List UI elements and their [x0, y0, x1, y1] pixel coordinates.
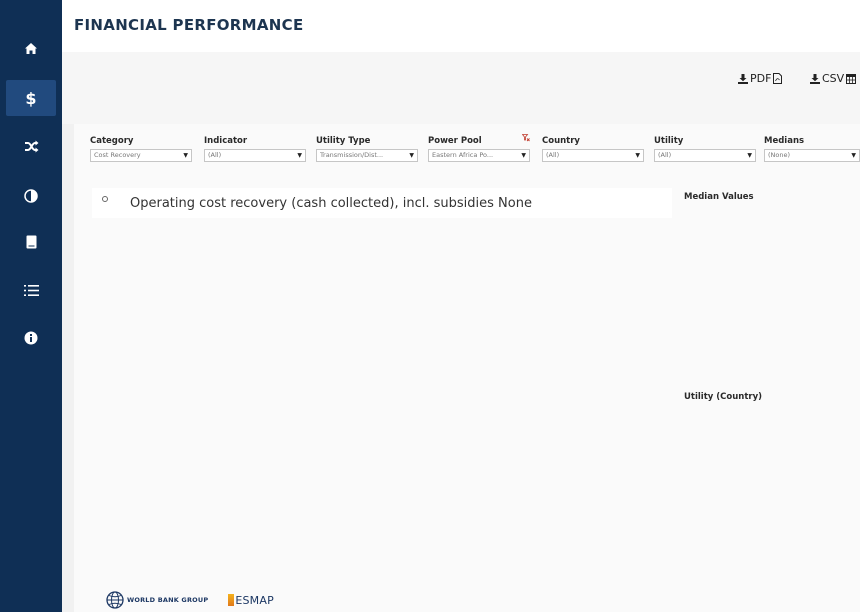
contrast-icon [24, 189, 38, 203]
dollar-icon: $ [25, 88, 37, 108]
select-value: (None) [768, 151, 791, 159]
category-select[interactable]: Cost Recovery ▼ [90, 149, 192, 162]
nav-document[interactable] [6, 224, 56, 260]
clear-filter-icon[interactable] [522, 134, 530, 142]
footer: WORLD BANK GROUP ESMAP [106, 590, 274, 610]
medians-select[interactable]: (None) ▼ [764, 149, 860, 162]
bullet-icon [102, 196, 108, 202]
filter-label: Utility [654, 136, 684, 146]
filter-category: Category Cost Recovery ▼ [90, 136, 192, 162]
main-panel: Category Cost Recovery ▼ Indicator (All)… [74, 124, 860, 612]
filter-label: Medians [764, 136, 805, 146]
utility-select[interactable]: (All) ▼ [654, 149, 756, 162]
nav-compare[interactable] [6, 128, 56, 164]
filter-label: Power Pool [428, 136, 482, 146]
nav-financial[interactable]: $ [6, 80, 56, 116]
select-value: Transmission/Dist... [320, 151, 384, 159]
select-value: (All) [208, 151, 222, 159]
home-icon [25, 42, 37, 54]
select-value: (All) [546, 151, 560, 159]
filter-power-pool: Power Pool Eastern Africa Po... ▼ [428, 134, 530, 162]
country-select[interactable]: (All) ▼ [542, 149, 644, 162]
world-bank-logo: WORLD BANK GROUP [106, 591, 208, 609]
download-icon [810, 73, 820, 84]
filter-utility-type: Utility Type Transmission/Dist... ▼ [316, 136, 418, 162]
filter-medians: Medians (None) ▼ [764, 136, 860, 162]
page-title: FINANCIAL PERFORMANCE [74, 16, 304, 34]
select-value: Cost Recovery [94, 151, 141, 159]
utility-type-select[interactable]: Transmission/Dist... ▼ [316, 149, 418, 162]
download-icon [738, 73, 748, 84]
filter-label: Category [90, 136, 134, 146]
esmap-logo: ESMAP [228, 594, 274, 607]
caret-down-icon: ▼ [851, 152, 856, 159]
pdf-download-button[interactable]: PDF [738, 72, 783, 85]
caret-down-icon: ▼ [409, 152, 414, 159]
utility-country-heading: Utility (Country) [684, 392, 763, 402]
caret-down-icon: ▼ [183, 152, 188, 159]
table-icon [846, 73, 857, 84]
caret-down-icon: ▼ [521, 152, 526, 159]
csv-label: CSV [822, 72, 845, 85]
caret-down-icon: ▼ [635, 152, 640, 159]
filter-label: Indicator [204, 136, 248, 146]
pdf-label: PDF [750, 72, 772, 85]
document-icon [26, 235, 36, 249]
filter-label: Utility Type [316, 136, 371, 146]
filter-indicator: Indicator (All) ▼ [204, 136, 306, 162]
list-icon [23, 284, 39, 296]
filter-utility: Utility (All) ▼ [654, 136, 756, 162]
indicator-title-box: Operating cost recovery (cash collected)… [92, 188, 672, 218]
csv-download-button[interactable]: CSV [810, 72, 857, 85]
sidebar: $ [0, 0, 62, 612]
shuffle-icon [24, 140, 38, 152]
pdf-file-icon [773, 73, 783, 84]
export-bar: PDF CSV [62, 52, 860, 124]
indicator-title: Operating cost recovery (cash collected)… [130, 196, 532, 211]
indicator-select[interactable]: (All) ▼ [204, 149, 306, 162]
select-value: (All) [658, 151, 672, 159]
nav-list[interactable] [6, 272, 56, 308]
nav-contrast[interactable] [6, 178, 56, 214]
caret-down-icon: ▼ [747, 152, 752, 159]
caret-down-icon: ▼ [297, 152, 302, 159]
header: FINANCIAL PERFORMANCE [62, 0, 860, 52]
filter-country: Country (All) ▼ [542, 136, 644, 162]
power-pool-select[interactable]: Eastern Africa Po... ▼ [428, 149, 530, 162]
info-icon [24, 331, 38, 345]
globe-icon [106, 591, 124, 609]
select-value: Eastern Africa Po... [432, 151, 494, 159]
esmap-label: ESMAP [235, 593, 274, 607]
median-values-heading: Median Values [684, 192, 754, 202]
filter-label: Country [542, 136, 580, 146]
esmap-mark-icon [228, 594, 235, 606]
nav-info[interactable] [6, 320, 56, 356]
worldbank-label: WORLD BANK GROUP [127, 596, 209, 604]
nav-home[interactable] [6, 30, 56, 66]
